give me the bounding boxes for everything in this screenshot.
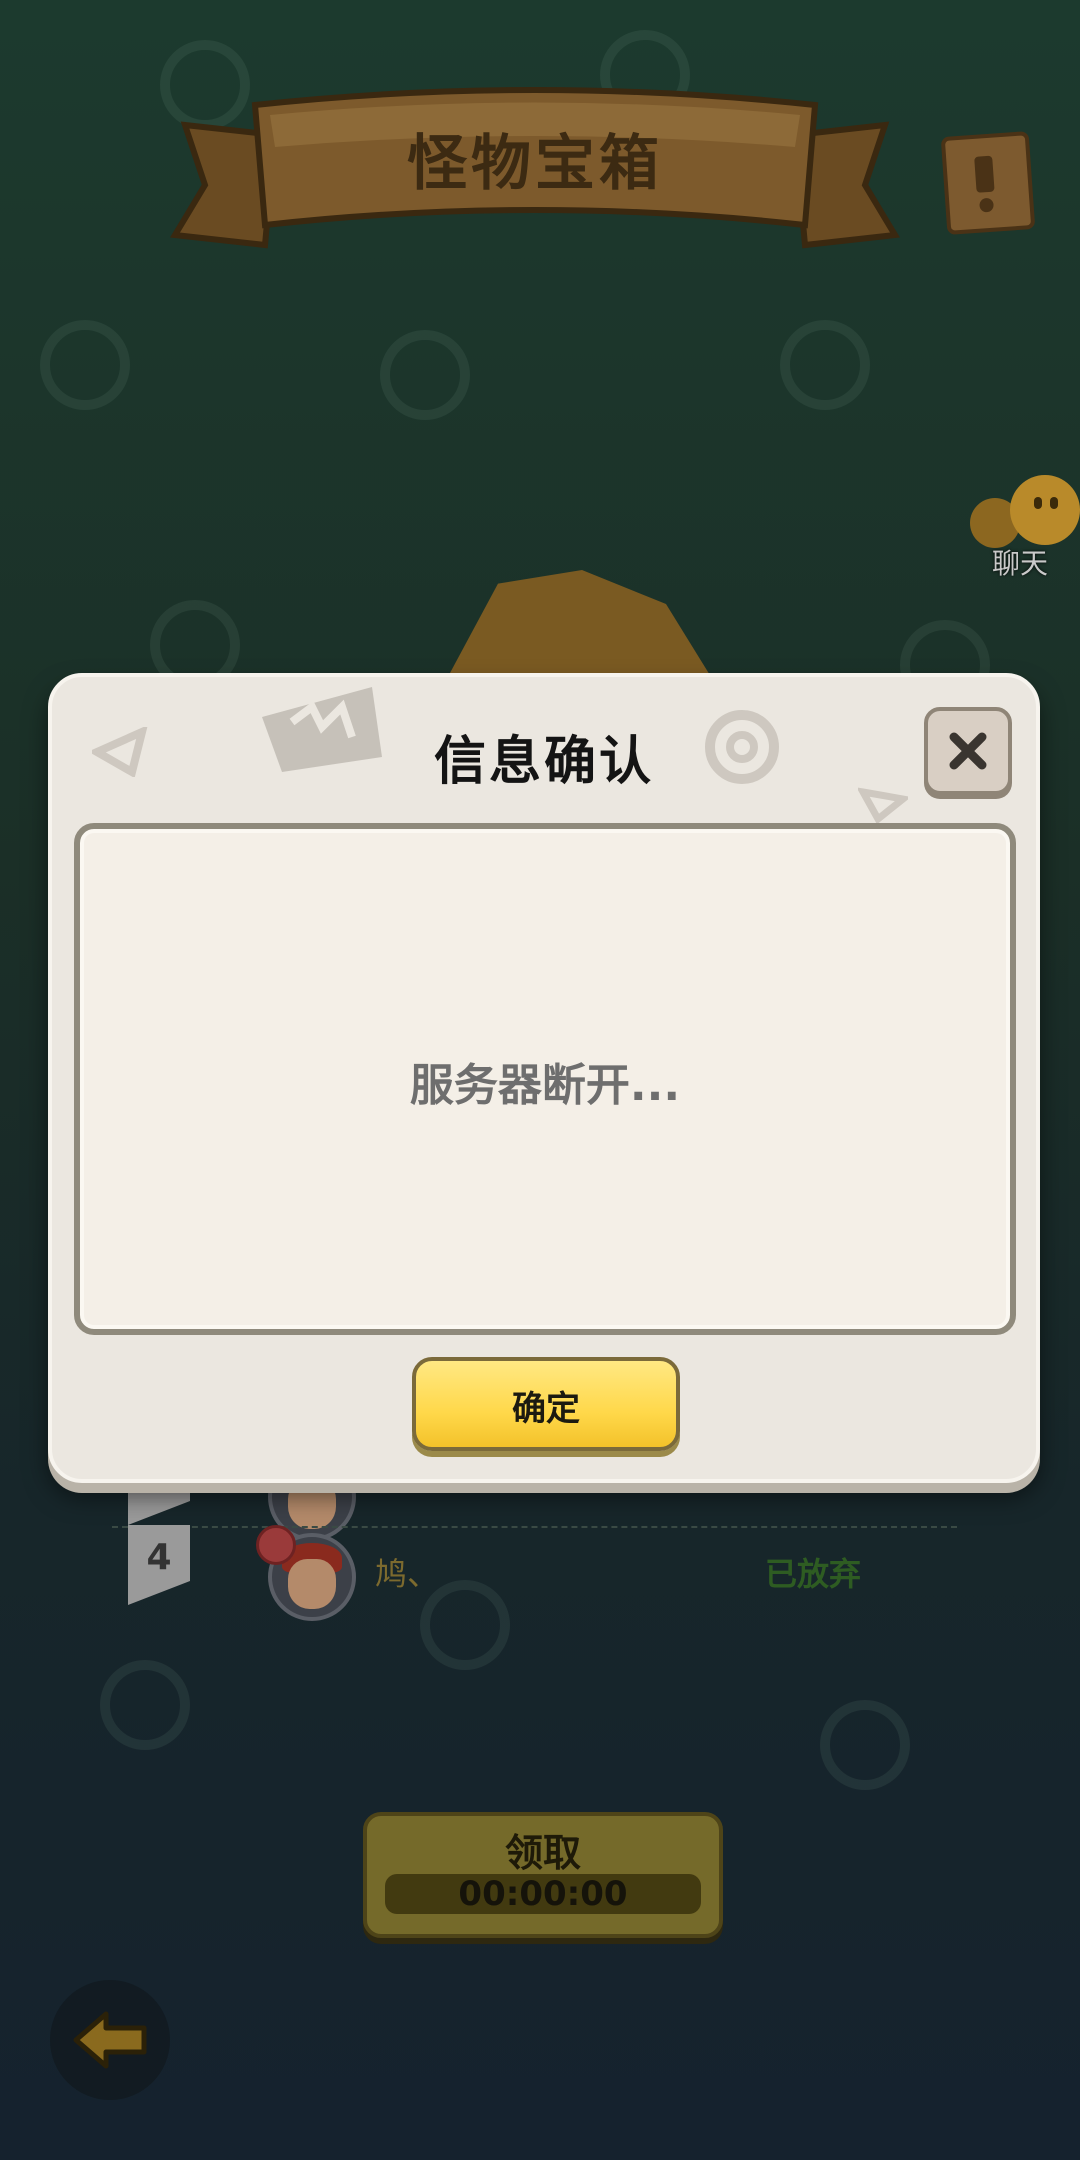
dialog-title: 信息确认	[433, 732, 654, 792]
confirm-label: 确定	[512, 1389, 580, 1429]
message-panel: 服务器断开...	[74, 823, 1016, 1335]
confirm-dialog: 信息确认 服务器断开... 确定	[48, 673, 1040, 1483]
confirm-button[interactable]: 确定	[412, 1357, 680, 1451]
close-icon	[949, 732, 987, 770]
dialog-message: 服务器断开...	[409, 1060, 681, 1111]
close-button[interactable]	[924, 707, 1012, 795]
